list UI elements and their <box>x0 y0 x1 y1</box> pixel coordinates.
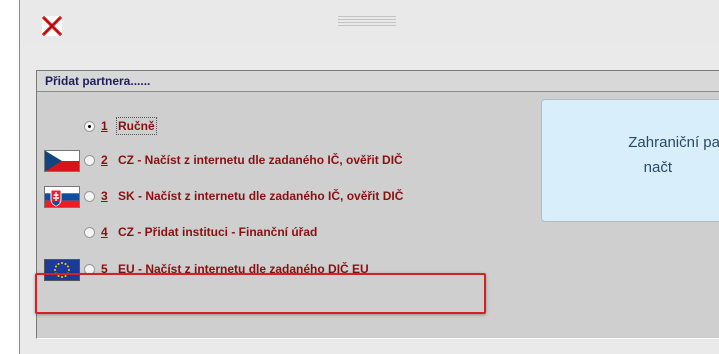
drag-grip-icon[interactable] <box>338 16 396 28</box>
radio-manual[interactable] <box>84 121 95 132</box>
highlight-box <box>35 273 486 314</box>
close-icon[interactable] <box>42 16 62 36</box>
tooltip-line-1: Zahraniční pa <box>628 134 719 151</box>
option-number: 3 <box>101 189 108 203</box>
option-label: CZ - Načíst z internetu dle zadaného IČ,… <box>118 153 403 167</box>
option-label: Ručně <box>116 117 157 135</box>
tooltip-line-2: načt <box>643 159 672 176</box>
option-label: SK - Načíst z internetu dle zadaného IČ,… <box>118 189 404 203</box>
title-bar[interactable] <box>20 0 719 44</box>
panel-title: Přidat partnera...... <box>45 74 151 88</box>
cz-flag-icon <box>44 150 80 172</box>
option-number: 4 <box>101 225 108 239</box>
radio-sk[interactable] <box>84 191 95 202</box>
option-number: 1 <box>101 119 108 133</box>
option-label: CZ - Přidat instituci - Finanční úřad <box>118 225 318 239</box>
radio-cz[interactable] <box>84 155 95 166</box>
option-number: 2 <box>101 153 108 167</box>
radio-institution[interactable] <box>84 227 95 238</box>
sk-flag-icon <box>44 186 80 208</box>
tooltip-popup: Zahraniční pa načt <box>541 99 719 222</box>
panel-header: Přidat partnera...... <box>37 71 719 92</box>
